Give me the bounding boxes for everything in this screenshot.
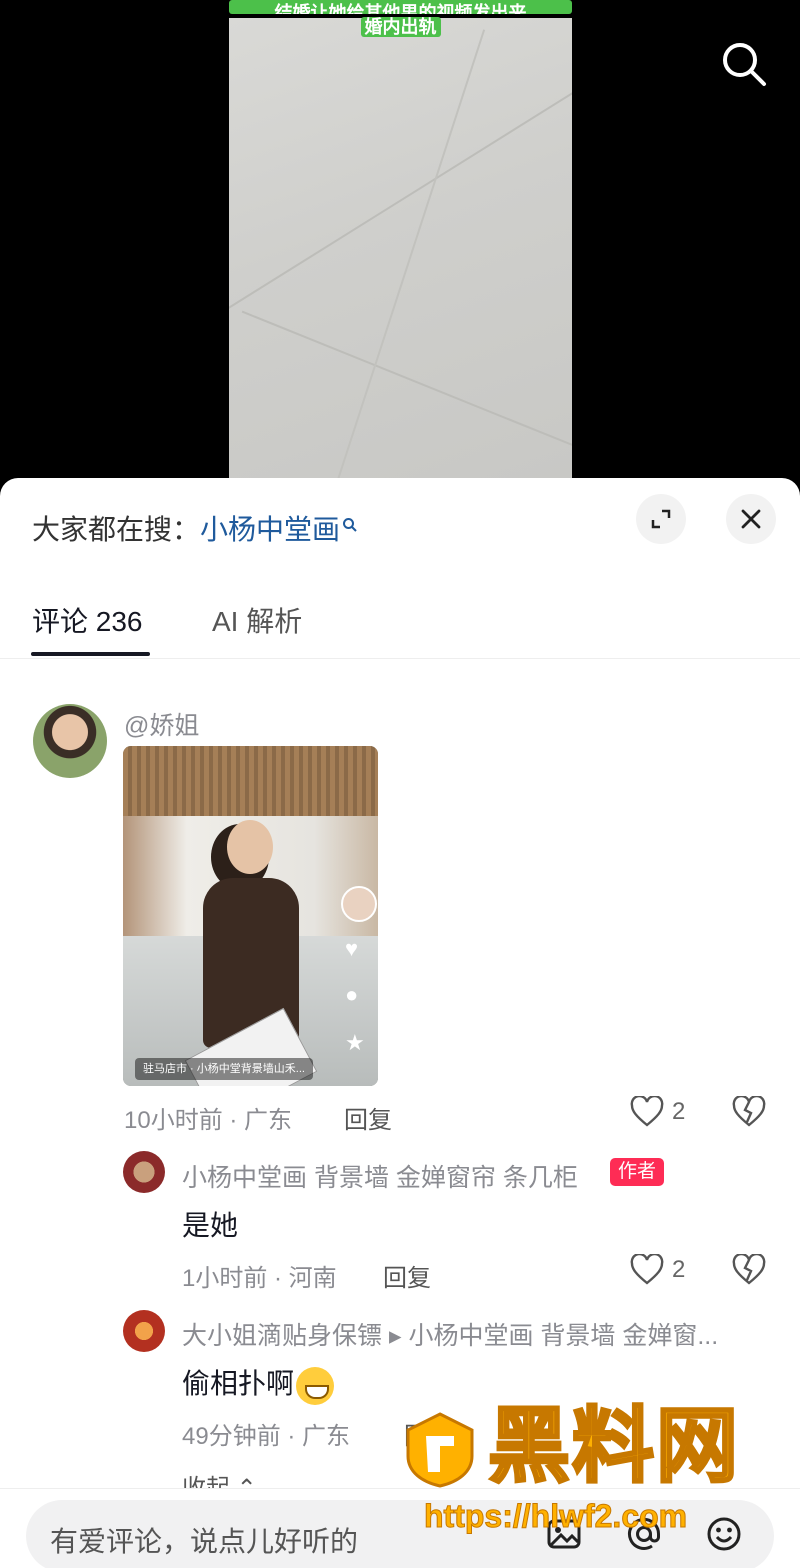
search-icon[interactable] bbox=[718, 38, 770, 90]
avatar[interactable] bbox=[123, 1151, 165, 1193]
reply-button[interactable]: 回复 bbox=[404, 1416, 452, 1451]
search-icon bbox=[342, 508, 358, 540]
video-frame[interactable] bbox=[229, 18, 572, 478]
dislike-button[interactable] bbox=[732, 1094, 766, 1133]
reply-text-wrap: 偷相扑啊 bbox=[182, 1362, 335, 1405]
hot-search-keyword[interactable]: 小杨中堂画 bbox=[200, 514, 340, 545]
reply-text: 是她 bbox=[182, 1210, 239, 1241]
media-ceiling bbox=[123, 746, 378, 816]
comment-sheet: 大家都在搜：小杨中堂画 评论 236 AI 解析 @娇姐 ♥ ● ★ 驻马店市 … bbox=[0, 478, 800, 1568]
reply-button[interactable]: 回复 bbox=[344, 1100, 392, 1135]
comment-input[interactable]: 有爱评论，说点儿好听的 bbox=[26, 1500, 774, 1568]
like-button[interactable]: 2 bbox=[630, 1254, 685, 1286]
media-person bbox=[184, 820, 318, 1086]
expand-button[interactable] bbox=[636, 494, 686, 544]
like-count: 2 bbox=[672, 1256, 686, 1283]
hot-search[interactable]: 大家都在搜：小杨中堂画 bbox=[32, 508, 358, 548]
at-icon[interactable] bbox=[622, 1512, 666, 1556]
comment-input-placeholder: 有爱评论，说点儿好听的 bbox=[50, 1526, 359, 1557]
comment-icon: ● bbox=[345, 982, 359, 1007]
avatar[interactable] bbox=[33, 704, 107, 778]
star-icon: ★ bbox=[345, 1030, 365, 1055]
reply-button[interactable]: 回复 bbox=[383, 1258, 431, 1293]
caption-line-1: 结婚让她给其他男的视频发出来 bbox=[229, 0, 572, 14]
dislike-button[interactable] bbox=[732, 1252, 766, 1291]
media-location-tag: 驻马店市 · 小杨中堂背景墙山禾... bbox=[135, 1058, 313, 1080]
heart-icon bbox=[630, 1254, 664, 1285]
reply-text: 偷相扑啊 bbox=[182, 1368, 295, 1399]
floor-line bbox=[229, 66, 572, 312]
media-avatar bbox=[341, 886, 377, 922]
tab-bar: 评论 236 AI 解析 bbox=[0, 586, 800, 659]
comment-username[interactable]: @娇姐 bbox=[124, 706, 199, 742]
tab-indicator bbox=[31, 652, 150, 656]
reply-meta: 1小时前 · 河南 bbox=[182, 1265, 337, 1292]
like-count: 2 bbox=[672, 1098, 686, 1125]
like-button[interactable]: 2 bbox=[630, 1096, 685, 1128]
close-icon bbox=[741, 509, 761, 529]
comment-media-thumbnail[interactable]: ♥ ● ★ 驻马店市 · 小杨中堂背景墙山禾... bbox=[123, 746, 378, 1086]
close-button[interactable] bbox=[726, 494, 776, 544]
caption-line-2: 婚内出轨 bbox=[360, 17, 441, 37]
reply-meta: 49分钟前 · 广东 bbox=[182, 1423, 351, 1450]
tab-ai-analysis[interactable]: AI 解析 bbox=[212, 600, 302, 640]
expand-icon bbox=[651, 509, 671, 529]
heart-icon bbox=[630, 1096, 664, 1127]
broken-heart-icon bbox=[732, 1094, 766, 1127]
author-badge: 作者 bbox=[610, 1158, 665, 1186]
tab-comments[interactable]: 评论 236 bbox=[32, 600, 143, 640]
floor-line bbox=[241, 310, 572, 448]
broken-heart-icon bbox=[732, 1252, 766, 1285]
reply-username[interactable]: 大小姐滴贴身保镖 ▸ 小杨中堂画 背景墙 金婵窗... bbox=[182, 1316, 718, 1352]
comment-meta: 10小时前 · 广东 bbox=[124, 1107, 293, 1134]
video-caption: 结婚让她给其他男的视频发出来 婚内出轨 bbox=[229, 0, 572, 40]
grin-sweat-emoji-icon bbox=[296, 1366, 335, 1405]
avatar[interactable] bbox=[123, 1310, 165, 1352]
hot-search-prefix: 大家都在搜： bbox=[32, 514, 201, 545]
video-player[interactable]: 结婚让她给其他男的视频发出来 婚内出轨 bbox=[0, 0, 800, 478]
reply-username[interactable]: 小杨中堂画 背景墙 金婵窗帘 条几柜 bbox=[182, 1158, 578, 1194]
emoji-icon[interactable] bbox=[702, 1512, 746, 1556]
floor-line bbox=[334, 29, 486, 478]
image-icon[interactable] bbox=[542, 1512, 586, 1556]
heart-icon: ♥ bbox=[345, 936, 359, 961]
